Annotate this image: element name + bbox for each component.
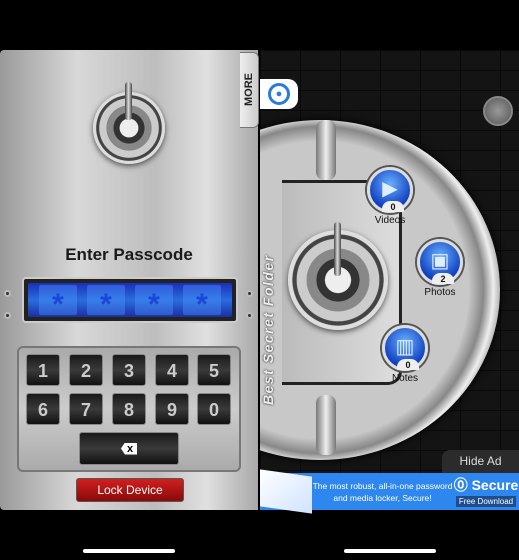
home-indicator (344, 549, 436, 553)
video-camera-icon: ▶ (382, 178, 398, 200)
ad-text: The most robust, all-in-one password and… (312, 480, 453, 503)
lock-device-button[interactable]: Lock Device (76, 478, 184, 502)
key-1[interactable]: 1 (26, 354, 60, 386)
rivet (246, 290, 253, 297)
passcode-digit: * (135, 285, 173, 321)
backspace-icon: x (120, 442, 138, 455)
cta-label: Free Download (458, 497, 514, 506)
category-label: Photos (424, 287, 456, 298)
more-tab[interactable]: MORE (240, 52, 259, 128)
page-title: Enter Passcode (65, 245, 193, 264)
vault-dial-icon[interactable] (288, 222, 388, 330)
rivet (246, 312, 253, 319)
category-photos[interactable]: ▣ 2 Photos (410, 239, 470, 298)
category-videos[interactable]: ▶ 0 Videos (360, 167, 420, 226)
rivet (4, 312, 11, 319)
free-download-button[interactable]: Free Download (456, 496, 516, 507)
hide-ad-button[interactable]: Hide Ad (442, 450, 519, 473)
secure-logo-icon: ⓪ (453, 477, 468, 493)
passcode-digit: * (183, 285, 221, 321)
vault-panel: Best Secret Folder ▶ 0 Videos ▣ 2 Photos ▥… (260, 50, 519, 510)
app-brand-text: Best Secret Folder (260, 254, 276, 406)
ad-brand: ⓪ Secure (453, 475, 519, 495)
item-count: 0 (397, 359, 419, 370)
key-2[interactable]: 2 (69, 354, 103, 386)
lock-button[interactable]: ● (260, 79, 298, 109)
keyhole-icon: ● (268, 83, 290, 105)
hinge (316, 120, 336, 180)
key-9[interactable]: 9 (155, 393, 189, 425)
rivet (4, 290, 11, 297)
item-count: 0 (382, 201, 404, 212)
ad-banner[interactable]: The most robust, all-in-one password and… (260, 469, 519, 514)
passcode-digit: * (87, 285, 125, 321)
key-0[interactable]: 0 (197, 393, 231, 425)
vault-dial-icon (93, 82, 165, 164)
ad-brand-name: Secure (471, 477, 519, 493)
key-3[interactable]: 3 (112, 354, 146, 386)
key-8[interactable]: 8 (112, 393, 146, 425)
item-count: 2 (432, 273, 454, 284)
picture-icon: ▣ (430, 250, 450, 272)
settings-gear-icon[interactable] (483, 96, 513, 126)
key-7[interactable]: 7 (69, 393, 103, 425)
book-icon: ▥ (395, 336, 415, 358)
passcode-digit: * (39, 285, 77, 321)
key-5[interactable]: 5 (197, 354, 231, 386)
delete-button[interactable]: x (79, 432, 179, 465)
key-6[interactable]: 6 (26, 393, 60, 425)
ad-phone-image (260, 469, 312, 514)
category-notes[interactable]: ▥ 0 Notes (375, 325, 435, 384)
key-4[interactable]: 4 (155, 354, 189, 386)
category-label: Notes (391, 373, 419, 384)
hinge (316, 395, 336, 455)
home-indicator (83, 549, 175, 553)
category-label: Videos (374, 215, 406, 226)
passcode-display: * * * * (22, 277, 238, 323)
